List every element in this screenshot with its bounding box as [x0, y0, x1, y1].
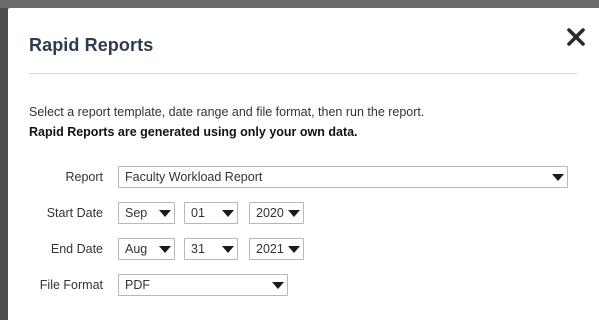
start-day-select[interactable]: 01 [184, 202, 238, 224]
rapid-reports-dialog: Rapid Reports Select a report template, … [8, 8, 599, 320]
end-month-select[interactable]: Aug [118, 238, 175, 260]
chevron-down-icon [269, 275, 287, 295]
report-select[interactable]: Faculty Workload Report [118, 166, 568, 188]
chevron-down-icon [285, 203, 303, 223]
start-date-label: Start Date [46, 206, 103, 220]
dialog-description: Select a report template, date range and… [29, 105, 425, 119]
chevron-down-icon [156, 239, 174, 259]
report-label: Report [65, 170, 103, 184]
start-month-value: Sep [125, 206, 148, 220]
report-select-value: Faculty Workload Report [125, 170, 263, 184]
dialog-note: Rapid Reports are generated using only y… [29, 125, 358, 139]
header-divider [29, 73, 577, 74]
end-day-select[interactable]: 31 [184, 238, 238, 260]
chevron-down-icon [219, 239, 237, 259]
start-day-value: 01 [191, 206, 205, 220]
chevron-down-icon [285, 239, 303, 259]
end-month-value: Aug [125, 242, 148, 256]
page-overlay-top [0, 0, 599, 8]
file-format-label: File Format [39, 278, 103, 292]
chevron-down-icon [156, 203, 174, 223]
close-icon[interactable] [564, 25, 588, 49]
chevron-down-icon [219, 203, 237, 223]
file-format-value: PDF [125, 278, 150, 292]
file-format-select[interactable]: PDF [118, 274, 288, 296]
end-date-label: End Date [50, 242, 103, 256]
dialog-title: Rapid Reports [29, 35, 154, 55]
page-overlay-left [0, 8, 8, 320]
end-day-value: 31 [191, 242, 205, 256]
end-year-value: 2021 [256, 242, 284, 256]
start-year-select[interactable]: 2020 [249, 202, 304, 224]
chevron-down-icon [549, 167, 567, 187]
start-year-value: 2020 [256, 206, 284, 220]
end-year-select[interactable]: 2021 [249, 238, 304, 260]
start-month-select[interactable]: Sep [118, 202, 175, 224]
